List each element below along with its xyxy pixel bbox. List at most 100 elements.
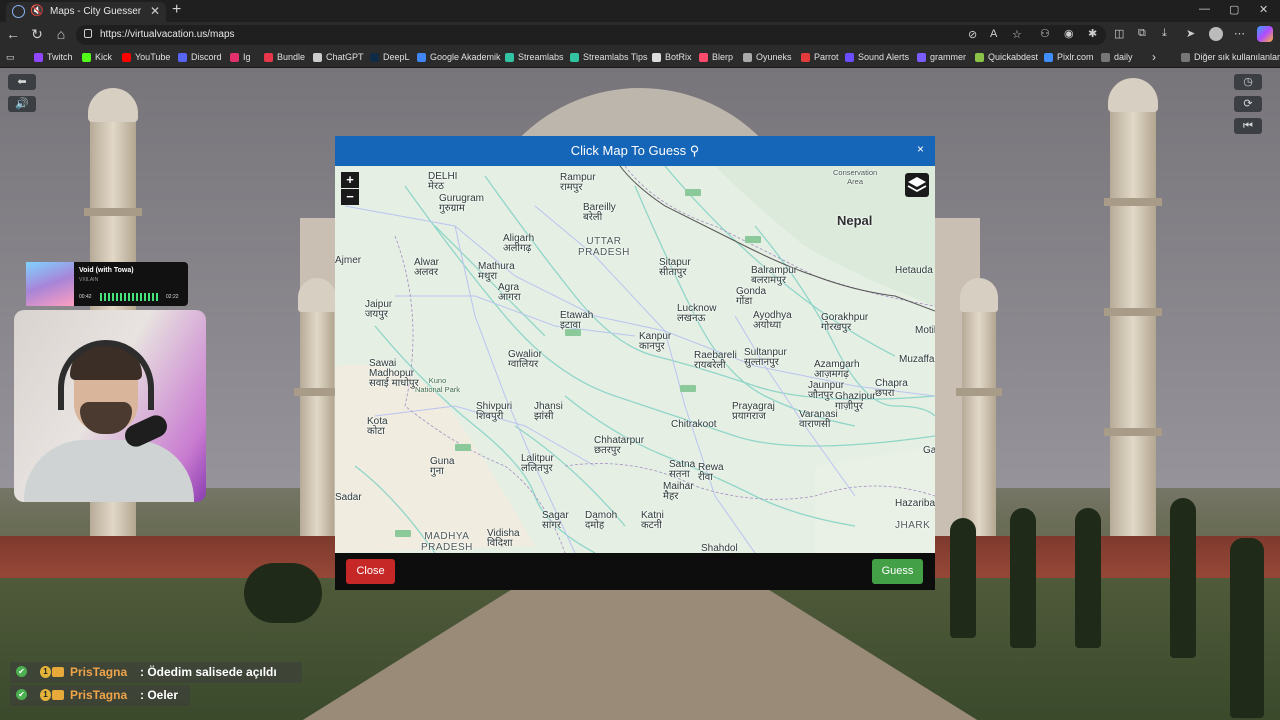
minimize-button[interactable]: — [1199,3,1210,15]
chat-text: : Oeler [140,688,179,702]
bookmark-quickabdest[interactable]: Quickabdest [975,52,1038,62]
map-city-label: Gurugram गुरुग्राम [439,193,485,214]
zoom-in-button[interactable]: + [341,172,359,188]
map-city-label: Sadar [335,492,362,503]
url-text[interactable]: https://virtualvacation.us/maps [100,29,235,40]
bookmark-deepl[interactable]: DeepL [370,52,410,62]
bookmark-daily[interactable]: daily [1101,52,1133,62]
map-city-label: Gwalior ग्वालियर [508,349,542,370]
home-icon[interactable]: ⌂ [52,26,70,42]
clock-icon[interactable]: ◷ [1234,74,1262,90]
check-icon: ✔ [16,689,27,700]
back-icon[interactable]: ← [4,26,22,42]
guess-button[interactable]: Guess [872,559,923,584]
bookmark-google-akademik[interactable]: Google Akademik [417,52,501,62]
bookmark-pixlr[interactable]: Pixlr.com [1044,52,1094,62]
map-city-label: Vidisha विदिशा [487,528,520,549]
map-city-label: Ayodhya अयोध्या [753,310,792,331]
audio-waveform [100,293,160,301]
bookmark-youtube[interactable]: YouTube [122,52,170,62]
more-menu-icon[interactable]: ⋯ [1234,27,1245,40]
collections-icon[interactable]: ⧉ [1138,27,1146,40]
modal-title: Click Map To Guess ⚲ [570,143,700,158]
map-city-label: Gonda गोंडा [736,286,767,307]
map-city-label: Hetauda [895,265,933,276]
map-city-label: Maihar मैहर [663,481,694,502]
guess-map[interactable]: + − Nepal UTTAR PRADESH MADHYA PRADESH J… [335,166,935,553]
profile-avatar[interactable] [1209,27,1223,41]
layers-icon [907,177,927,193]
map-layers-button[interactable] [905,173,929,197]
reload-icon[interactable]: ↻ [28,26,46,43]
tab-strip: 🔇 Maps - City Guesser ✕ + — ▢ ✕ [0,0,1280,22]
shrub [244,563,322,623]
sub-badge-icon [52,690,64,700]
close-button[interactable]: Close [346,559,395,584]
zoom-out-button[interactable]: − [341,189,359,205]
bookmark-discord[interactable]: Discord [178,52,222,62]
map-city-label: Balrampur बलरामपुर [751,265,798,286]
back-arrow-icon[interactable]: ⬅ [8,74,36,90]
album-art [26,262,74,306]
split-screen-icon[interactable]: ◫ [1114,27,1124,40]
bookmark-streamlabs[interactable]: Streamlabs [505,52,564,62]
chat-message: ✔ 1 PrisTagna : Ödedim salisede açıldı [10,662,302,683]
bookmark-botrix[interactable]: BotRix [652,52,692,62]
refresh-icon[interactable]: ⟳ [1234,96,1262,112]
tab-title: Maps - City Guesser [50,6,142,17]
extension-icon[interactable]: ⚇ [1040,27,1050,40]
maximize-button[interactable]: ▢ [1229,3,1239,16]
tracking-icon[interactable]: ⊘ [968,28,977,41]
map-label-state: JHARK [895,520,931,531]
address-bar[interactable]: https://virtualvacation.us/maps ⊘ A ☆ [76,25,1106,45]
map-city-label: Aligarh अलीगढ़ [503,233,535,254]
bookmark-twitch[interactable]: Twitch [34,52,73,62]
voice-icon[interactable]: ◉ [1064,27,1074,40]
map-city-label: Chhatarpur छतरपुर [594,435,645,456]
map-city-label: Jaipur जयपुर [365,299,393,320]
sidebar-toggle-icon[interactable]: ▭ [6,52,15,63]
bookmark-streamlabs-tips[interactable]: Streamlabs Tips [570,52,648,62]
other-bookmarks[interactable]: Diğer sık kullanılanlar [1181,52,1280,62]
map-city-label: Alwar अलवर [414,257,440,278]
bookmark-ig[interactable]: Ig [230,52,251,62]
map-city-label: Katni कटनी [641,510,664,531]
share-icon[interactable]: ➤ [1186,27,1195,40]
copilot-icon[interactable] [1257,26,1273,42]
favorite-star-icon[interactable]: ☆ [1012,28,1022,41]
bookmark-sound-alerts[interactable]: Sound Alerts [845,52,909,62]
volume-icon[interactable]: 🔊 [8,96,36,112]
map-city-label: Prayagraj प्रयागराज [732,401,775,422]
map-city-label: Ajmer [335,255,362,266]
bookmark-bundle[interactable]: Bundle [264,52,305,62]
bookmark-parrot[interactable]: Parrot [801,52,839,62]
window-close-button[interactable]: ✕ [1259,3,1268,16]
map-city-label: Kota कोटा [367,416,388,437]
song-artist: VXILAIN [79,277,99,283]
download-icon[interactable]: ⤓ [1162,27,1167,40]
bookmark-chatgpt[interactable]: ChatGPT [313,52,364,62]
bookmarks-overflow-icon[interactable]: › [1152,50,1156,64]
map-city-label: Satna सतना [669,459,696,480]
map-city-label: Hazaribag [895,498,935,509]
lock-icon[interactable] [84,29,92,38]
skip-back-icon[interactable]: ⏮ [1234,118,1262,134]
bookmark-grammer[interactable]: grammer [917,52,966,62]
mute-icon[interactable]: 🔇 [30,4,44,17]
map-city-label: Guna गुना [430,456,455,477]
badge-icon: 1 [40,689,51,701]
chat-message: ✔ 1 PrisTagna : Oeler [10,685,190,706]
bookmark-oyuneks[interactable]: Oyuneks [743,52,792,62]
read-aloud-icon[interactable]: A [990,28,997,40]
bookmarks-bar: ▭ Twitch Kick YouTube Discord Ig Bundle … [0,48,1280,68]
new-tab-button[interactable]: + [172,1,181,19]
minaret-right [1104,78,1162,548]
chat-text: : Ödedim salisede açıldı [140,665,277,679]
modal-close-icon[interactable]: × [917,142,924,156]
bookmark-kick[interactable]: Kick [82,52,112,62]
bookmark-blerp[interactable]: Blerp [699,52,733,62]
map-city-label: Varanasi वाराणसी [799,409,838,430]
tab-active[interactable]: 🔇 Maps - City Guesser ✕ [6,2,166,22]
puzzle-icon[interactable]: ✱ [1088,27,1097,40]
tab-close-icon[interactable]: ✕ [150,4,160,18]
